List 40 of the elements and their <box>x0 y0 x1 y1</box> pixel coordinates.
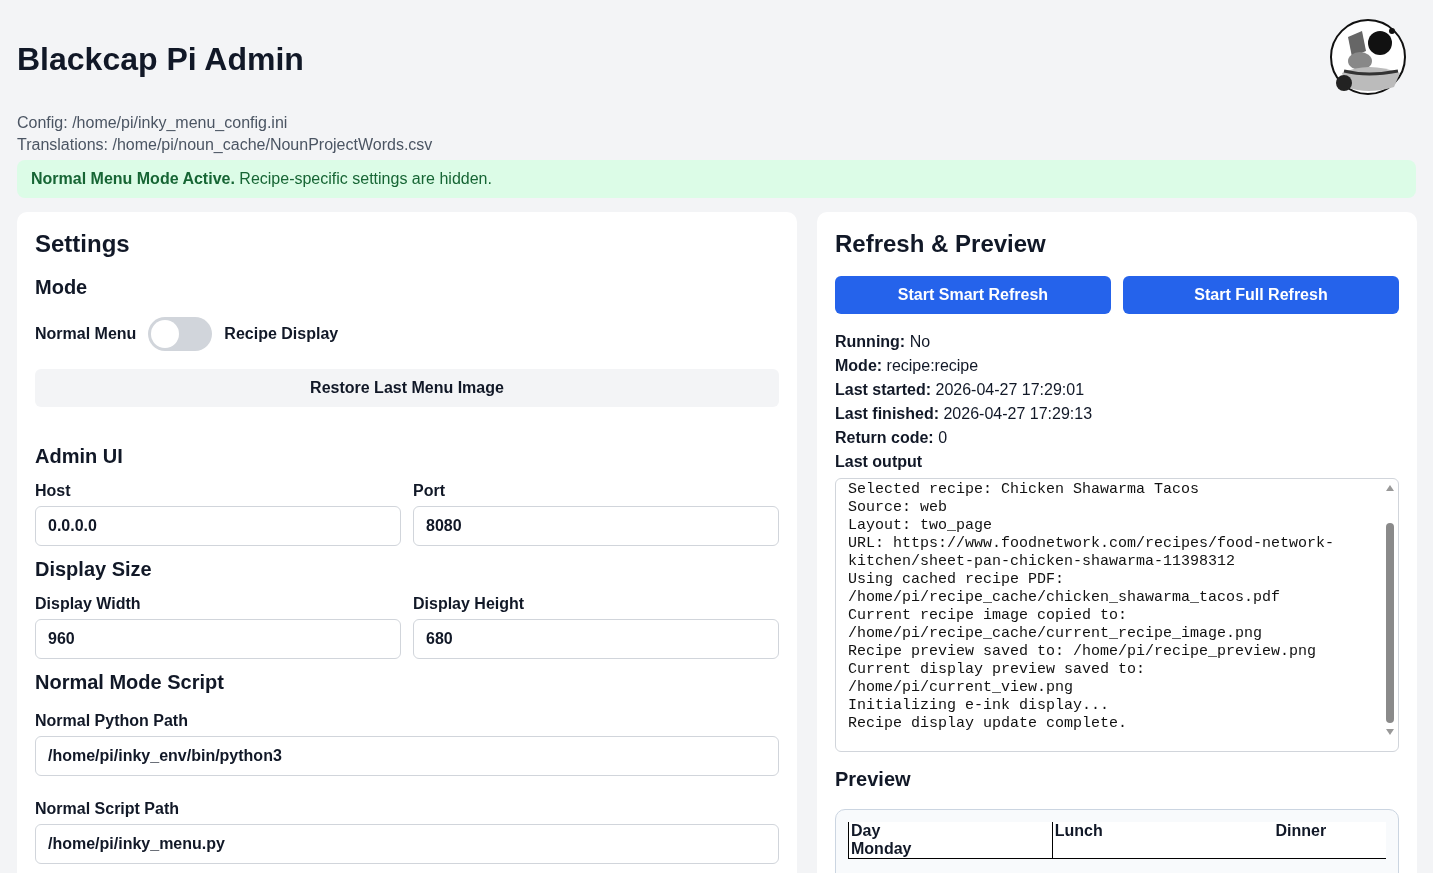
card-title: Refresh & Preview <box>835 230 1047 258</box>
status-line: Last finished: 2026-04-27 17:29:13 <box>835 404 1094 424</box>
input-field[interactable]: 960 <box>35 619 401 659</box>
field-label: Display Width <box>35 595 142 613</box>
toggle-label: Recipe Display <box>224 325 339 343</box>
table-header: Lunch <box>1052 822 1216 840</box>
refresh-button[interactable]: Start Smart Refresh <box>835 276 1111 314</box>
table-header: Dinner <box>1215 822 1386 840</box>
field-label: Host <box>35 482 72 500</box>
status-line: Last started: 2026-04-27 17:29:01 <box>835 380 1086 400</box>
section-heading: Admin UI <box>35 445 124 468</box>
input-field[interactable]: /home/pi/inky_menu.py <box>35 824 779 864</box>
table-cell: Monday <box>848 840 1053 859</box>
field-label: Normal Python Path <box>35 712 189 730</box>
field-label: Port <box>413 482 446 500</box>
mode-toggle[interactable] <box>148 317 213 351</box>
input-field[interactable]: /home/pi/inky_env/bin/python3 <box>35 736 779 776</box>
output-log[interactable]: Selected recipe: Chicken Shawarma Tacos Source: web Layout: two_page URL: https://www.foodnetwork.com/recipes/food-network- kitchen/sheet-pan-chicken-shawarma-11398312 Using cached recipe PDF: /home/pi/recipe_cache/chicken_shawarma_tacos.pdf Current recipe image copied to: /home/pi/recipe_cache/current_recipe_image.png Recipe preview saved to: /home/pi/recipe_preview.png Current display preview saved to: /home/pi/current_view.png Initializing e-ink display... Recipe display update complete. <box>835 478 1399 752</box>
table-header: Day <box>848 822 1053 840</box>
input-field[interactable]: 0.0.0.0 <box>35 506 401 546</box>
input-field[interactable]: 680 <box>413 619 779 659</box>
status-line: Running: No <box>835 332 932 352</box>
refresh-button[interactable]: Start Full Refresh <box>1123 276 1399 314</box>
status-line: Return code: 0 <box>835 428 949 448</box>
page-title: Blackcap Pi Admin <box>17 40 304 78</box>
section-heading: Normal Mode Script <box>35 671 225 694</box>
section-heading: Mode <box>35 276 89 299</box>
input-field[interactable]: 8080 <box>413 506 779 546</box>
toggle-label: Normal Menu <box>35 325 137 343</box>
field-label: Normal Script Path <box>35 800 181 818</box>
file-path: Config: /home/pi/inky_menu_config.ini <box>17 113 289 133</box>
notice-banner: Normal Menu Mode Active. Recipe-specific settings are hidden. <box>17 160 1416 198</box>
file-path: Translations: /home/pi/noun_cache/NounProjectWords.csv <box>17 135 434 155</box>
output-label: Last output <box>835 452 924 472</box>
restore-button[interactable]: Restore Last Menu Image <box>35 369 779 407</box>
section-heading: Preview <box>835 768 912 791</box>
field-label: Display Height <box>413 595 526 613</box>
card-title: Settings <box>35 230 131 258</box>
section-heading: Display Size <box>35 558 153 581</box>
status-line: Mode: recipe:recipe <box>835 356 980 376</box>
